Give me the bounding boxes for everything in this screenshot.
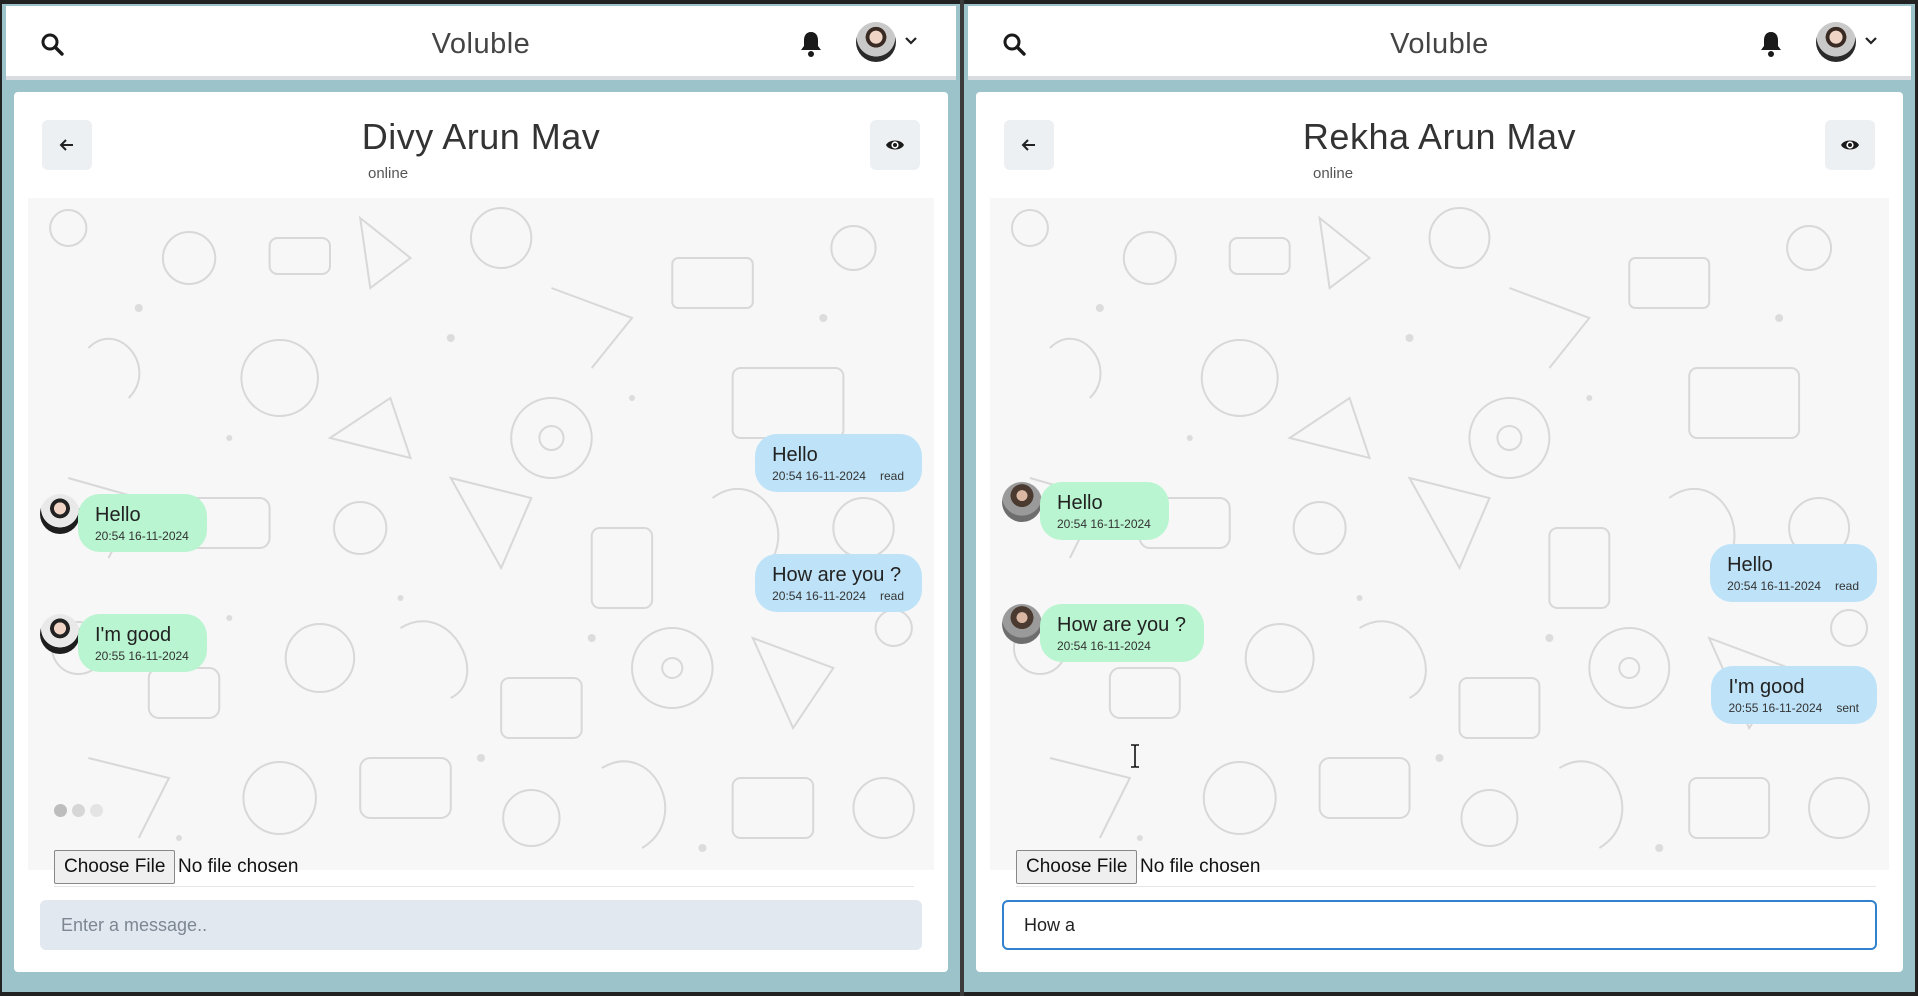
- message-bubble-outgoing[interactable]: Hello 20:54 16-11-2024 read: [755, 434, 922, 492]
- contact-name: Divy Arun Mav: [361, 116, 601, 157]
- message-time: 20:54 16-11-2024: [95, 529, 189, 543]
- chat-window-left: Voluble Divy Arun Mav online Hello 20:54…: [2, 4, 960, 992]
- eye-icon: [886, 140, 904, 150]
- message-time: 20:54 16-11-2024: [772, 469, 866, 483]
- message-bubble-incoming[interactable]: Hello 20:54 16-11-2024: [1040, 482, 1169, 540]
- chat-card: Rekha Arun Mav online Hello 20:54 16-11-…: [976, 92, 1903, 972]
- message-bubble-outgoing[interactable]: How are you ? 20:54 16-11-2024 read: [755, 554, 922, 612]
- message-bubble-incoming[interactable]: I'm good 20:55 16-11-2024: [78, 614, 207, 672]
- choose-file-button[interactable]: Choose File: [54, 850, 176, 884]
- message-text: I'm good: [95, 624, 172, 646]
- message-input[interactable]: [40, 900, 922, 950]
- message-text: How are you ?: [1057, 614, 1186, 636]
- top-navbar: Voluble: [6, 6, 956, 80]
- view-profile-button[interactable]: [870, 120, 920, 170]
- message-time: 20:54 16-11-2024: [1727, 579, 1821, 593]
- file-status-label: No file chosen: [178, 856, 299, 877]
- typing-indicator: [54, 804, 108, 822]
- avatar: [1002, 482, 1042, 522]
- contact-name: Rekha Arun Mav: [1302, 116, 1577, 157]
- view-profile-button[interactable]: [1825, 120, 1875, 170]
- message-time: 20:55 16-11-2024: [95, 649, 189, 663]
- message-time: 20:54 16-11-2024: [1057, 517, 1151, 531]
- user-menu[interactable]: [1816, 22, 1882, 66]
- message-status: read: [879, 469, 904, 483]
- chat-window-right: Voluble Rekha Arun Mav online Hello 20:5…: [964, 4, 1915, 992]
- message-meta: 20:54 16-11-2024 read: [1727, 578, 1859, 594]
- message-meta: 20:54 16-11-2024 read: [772, 588, 904, 604]
- chevron-down-icon: [1865, 37, 1877, 45]
- message-input[interactable]: [1002, 900, 1877, 950]
- top-navbar: Voluble: [968, 6, 1911, 80]
- avatar: [856, 22, 896, 62]
- message-text: Hello: [95, 504, 141, 526]
- contact-status: online: [1313, 165, 1354, 182]
- message-text: Hello: [772, 444, 818, 466]
- avatar: [1816, 22, 1856, 62]
- message-bubble-incoming[interactable]: Hello 20:54 16-11-2024: [78, 494, 207, 552]
- message-text: Hello: [1057, 492, 1103, 514]
- eye-icon: [1841, 140, 1859, 150]
- message-time: 20:54 16-11-2024: [1057, 639, 1151, 653]
- bell-icon[interactable]: [798, 30, 824, 58]
- avatar: [1002, 604, 1042, 644]
- file-upload: Choose File No file chosen: [1016, 850, 1876, 887]
- message-bubble-outgoing[interactable]: I'm good 20:55 16-11-2024 sent: [1711, 666, 1877, 724]
- contact-status: online: [368, 165, 409, 182]
- message-text: I'm good: [1728, 676, 1805, 698]
- file-status-label: No file chosen: [1140, 856, 1261, 877]
- message-text: How are you ?: [772, 564, 902, 586]
- message-status: sent: [1836, 701, 1859, 715]
- chevron-down-icon: [905, 37, 917, 45]
- avatar: [40, 494, 80, 534]
- bell-icon[interactable]: [1758, 30, 1784, 58]
- message-bubble-outgoing[interactable]: Hello 20:54 16-11-2024 read: [1710, 544, 1877, 602]
- message-bubble-incoming[interactable]: How are you ? 20:54 16-11-2024: [1040, 604, 1204, 662]
- message-status: read: [1834, 579, 1859, 593]
- message-status: read: [879, 589, 904, 603]
- message-meta: 20:54 16-11-2024 read: [772, 468, 904, 484]
- message-text: Hello: [1727, 554, 1773, 576]
- choose-file-button[interactable]: Choose File: [1016, 850, 1138, 884]
- message-time: 20:55 16-11-2024: [1728, 701, 1823, 715]
- file-upload: Choose File No file chosen: [54, 850, 914, 887]
- text-cursor-icon: [1131, 744, 1139, 768]
- chat-card: Divy Arun Mav online Hello 20:54 16-11-2…: [14, 92, 948, 972]
- message-area[interactable]: Hello 20:54 16-11-2024 read Hello 20:54 1…: [28, 198, 934, 870]
- user-menu[interactable]: [856, 22, 922, 66]
- avatar: [40, 614, 80, 654]
- message-meta: 20:55 16-11-2024 sent: [1728, 700, 1859, 716]
- message-area[interactable]: Hello 20:54 16-11-2024 Hello 20:54 16-11…: [990, 198, 1889, 870]
- message-time: 20:54 16-11-2024: [772, 589, 866, 603]
